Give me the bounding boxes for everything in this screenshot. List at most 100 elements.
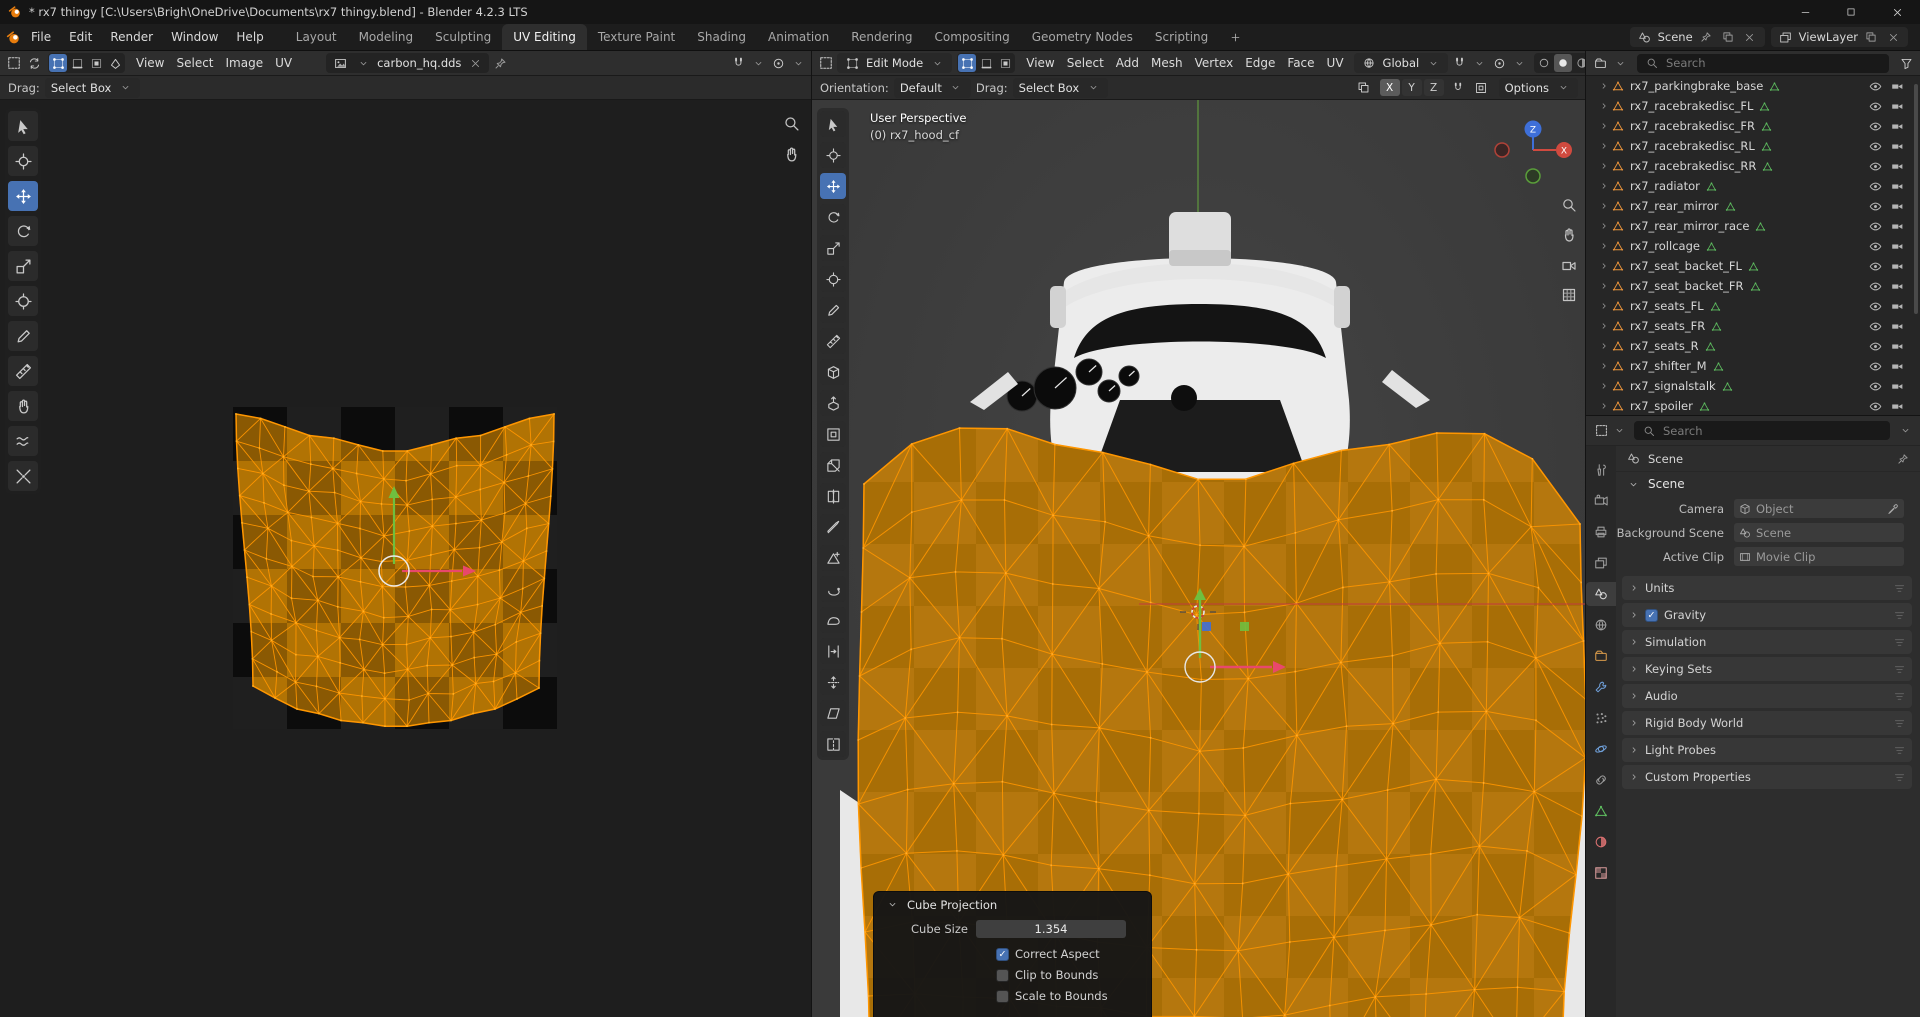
hide-eye-icon[interactable] [1869, 120, 1882, 133]
drag-handle-icon[interactable] [1894, 610, 1905, 621]
outliner-row[interactable]: rx7_shifter_M [1586, 356, 1920, 376]
expand-icon[interactable] [1599, 101, 1609, 111]
shading-solid-button[interactable] [1554, 54, 1572, 72]
scrollbar[interactable] [1914, 84, 1918, 314]
field-value[interactable]: Movie Clip [1734, 547, 1904, 566]
disable-camera-icon[interactable] [1891, 100, 1904, 113]
viewport-menu-add[interactable]: Add [1110, 51, 1145, 75]
editor-type-button[interactable] [817, 54, 835, 72]
tool-edge-slide[interactable] [820, 638, 846, 664]
hide-eye-icon[interactable] [1869, 160, 1882, 173]
chevron-down-icon[interactable] [1611, 54, 1629, 72]
properties-tab-constraints[interactable] [1588, 768, 1614, 792]
properties-tab-modifiers[interactable] [1588, 675, 1614, 699]
properties-tab-output[interactable] [1588, 520, 1614, 544]
chevron-down-icon[interactable] [749, 54, 767, 72]
remove-layer-icon[interactable] [1884, 28, 1902, 46]
viewport-menu-vertex[interactable]: Vertex [1189, 51, 1240, 75]
tab-animation[interactable]: Animation [757, 24, 840, 50]
hide-eye-icon[interactable] [1869, 380, 1882, 393]
drag-handle-icon[interactable] [1894, 691, 1905, 702]
scene-panel-header[interactable]: Scene [1616, 472, 1920, 496]
tool-pinch[interactable] [8, 461, 38, 491]
outliner-row[interactable]: rx7_rear_mirror_race [1586, 216, 1920, 236]
hide-eye-icon[interactable] [1869, 340, 1882, 353]
eyedropper-icon[interactable] [1887, 503, 1899, 515]
object-name[interactable]: rx7_rollcage [1630, 239, 1700, 253]
hide-eye-icon[interactable] [1869, 360, 1882, 373]
tool-add-cube[interactable] [820, 359, 846, 385]
hide-eye-icon[interactable] [1869, 100, 1882, 113]
zoom-icon[interactable] [782, 114, 800, 132]
select-mode-edge-button[interactable] [977, 54, 995, 72]
new-scene-icon[interactable] [1719, 28, 1737, 46]
viewport-menu-mesh[interactable]: Mesh [1145, 51, 1189, 75]
disable-camera-icon[interactable] [1891, 240, 1904, 253]
tool-measure[interactable] [8, 356, 38, 386]
object-name[interactable]: rx7_seats_R [1630, 339, 1699, 353]
uv-menu-select[interactable]: Select [170, 51, 219, 75]
chevron-down-icon[interactable] [1896, 422, 1914, 440]
chevron-down-icon[interactable] [354, 54, 372, 72]
tool-cursor[interactable] [8, 146, 38, 176]
tab-sculpting[interactable]: Sculpting [424, 24, 502, 50]
disable-camera-icon[interactable] [1891, 120, 1904, 133]
outliner-row[interactable]: rx7_signalstalk [1586, 376, 1920, 396]
uv-select-face-button[interactable] [87, 54, 105, 72]
disable-camera-icon[interactable] [1891, 80, 1904, 93]
drag-handle-icon[interactable] [1894, 637, 1905, 648]
object-name[interactable]: rx7_seats_FL [1630, 299, 1704, 313]
collapse-icon[interactable] [883, 896, 901, 914]
object-name[interactable]: rx7_seat_backet_FR [1630, 279, 1744, 293]
tool-transform[interactable] [8, 286, 38, 316]
select-mode-vertex-button[interactable] [958, 54, 976, 72]
uv-menu-uv[interactable]: UV [269, 51, 298, 75]
mirror-icon[interactable] [1355, 79, 1373, 97]
select-mode-face-button[interactable] [996, 54, 1014, 72]
tool-scale[interactable] [820, 235, 846, 261]
mirror-y-button[interactable]: Y [1402, 79, 1422, 96]
tool-shrink-fatten[interactable] [820, 669, 846, 695]
object-name[interactable]: rx7_seats_FR [1630, 319, 1705, 333]
hide-eye-icon[interactable] [1869, 140, 1882, 153]
section-simulation[interactable]: Simulation [1622, 630, 1912, 654]
outliner-row[interactable]: rx7_seats_FR [1586, 316, 1920, 336]
tool-tweak[interactable] [820, 111, 846, 137]
uv-menu-image[interactable]: Image [220, 51, 270, 75]
tab-scripting[interactable]: Scripting [1144, 24, 1219, 50]
correct-aspect-checkbox[interactable] [996, 948, 1009, 961]
outliner-row[interactable]: rx7_racebrakedisc_FL [1586, 96, 1920, 116]
outliner-row[interactable]: rx7_racebrakedisc_RL [1586, 136, 1920, 156]
tool-cursor[interactable] [820, 142, 846, 168]
tool-rotate[interactable] [820, 204, 846, 230]
hide-eye-icon[interactable] [1869, 400, 1882, 413]
uv-drag-dropdown[interactable]: Select Box [45, 78, 141, 98]
snap-magnet-icon[interactable] [729, 54, 747, 72]
view-layer-selector[interactable]: ViewLayer [1771, 27, 1908, 47]
unlink-image-icon[interactable] [466, 54, 484, 72]
tool-inset[interactable] [820, 421, 846, 447]
new-layer-icon[interactable] [1862, 28, 1880, 46]
tab-uv-editing[interactable]: UV Editing [502, 24, 587, 50]
tool-relax[interactable] [8, 426, 38, 456]
tool-loop-cut[interactable] [820, 483, 846, 509]
tab-texture-paint[interactable]: Texture Paint [587, 24, 686, 50]
menu-edit[interactable]: Edit [60, 24, 101, 50]
expand-icon[interactable] [1599, 261, 1609, 271]
outliner-search[interactable] [1637, 54, 1889, 73]
object-name[interactable]: rx7_spoiler [1630, 399, 1693, 413]
expand-icon[interactable] [1599, 181, 1609, 191]
tool-transform[interactable] [820, 266, 846, 292]
disable-camera-icon[interactable] [1891, 340, 1904, 353]
object-name[interactable]: rx7_shifter_M [1630, 359, 1707, 373]
expand-icon[interactable] [1599, 401, 1609, 411]
editor-type-button[interactable] [1591, 54, 1609, 72]
expand-icon[interactable] [1599, 221, 1609, 231]
tool-rotate[interactable] [8, 216, 38, 246]
shading-wireframe-button[interactable] [1535, 54, 1553, 72]
editor-divider[interactable] [1585, 51, 1586, 1017]
close-button[interactable] [1874, 0, 1920, 24]
scene-selector[interactable]: Scene [1630, 27, 1765, 47]
object-name[interactable]: rx7_seat_backet_FL [1630, 259, 1742, 273]
disable-camera-icon[interactable] [1891, 380, 1904, 393]
